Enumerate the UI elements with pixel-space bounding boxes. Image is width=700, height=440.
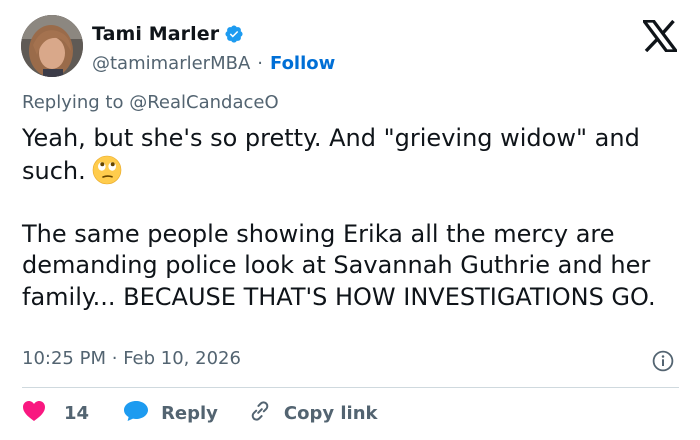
handle-separator: · xyxy=(257,52,263,74)
like-count: 14 xyxy=(64,402,90,424)
link-icon xyxy=(248,399,272,428)
profile-photo xyxy=(21,15,83,77)
reply-context: Replying to @RealCandaceO xyxy=(22,92,279,113)
timestamp-separator: · xyxy=(111,348,118,369)
like-button[interactable]: 14 xyxy=(22,400,89,427)
tweet-paragraph-2: The same people showing Erika all the me… xyxy=(22,219,656,311)
tweet-paragraph: Yeah, but she's so pretty. And "grieving… xyxy=(22,123,682,187)
tweet-time: 10:25 PM xyxy=(22,348,106,369)
copy-link-button[interactable]: Copy link xyxy=(248,399,378,428)
copy-link-label: Copy link xyxy=(283,402,378,424)
reply-button[interactable]: Reply xyxy=(123,400,218,427)
tweet-text: Yeah, but she's so pretty. And "grieving… xyxy=(22,123,682,313)
reply-context-prefix: Replying to xyxy=(22,92,124,113)
x-logo-icon[interactable] xyxy=(640,19,680,53)
reply-label: Reply xyxy=(161,402,218,424)
avatar[interactable] xyxy=(21,15,83,77)
author-handle[interactable]: @tamimarlerMBA xyxy=(92,53,250,74)
handle-row: @tamimarlerMBA · Follow xyxy=(92,49,335,77)
divider xyxy=(22,387,679,388)
follow-button[interactable]: Follow xyxy=(270,53,335,74)
tweet-date: Feb 10, 2026 xyxy=(123,348,241,369)
heart-icon xyxy=(22,400,46,427)
reply-bubble-icon xyxy=(123,400,149,427)
face-with-rolling-eyes-emoji-icon xyxy=(92,155,122,185)
author-block: Tami Marler @tamimarlerMBA · Follow xyxy=(92,20,335,77)
info-icon[interactable] xyxy=(652,350,674,372)
tweet-paragraph: The same people showing Erika all the me… xyxy=(22,219,682,314)
name-row: Tami Marler xyxy=(92,20,335,48)
action-bar: 14 Reply Copy link xyxy=(22,398,378,428)
verified-badge-icon xyxy=(224,24,244,44)
author-name[interactable]: Tami Marler xyxy=(92,23,219,45)
reply-mention-link[interactable]: @RealCandaceO xyxy=(129,92,278,113)
tweet-timestamp[interactable]: 10:25 PM · Feb 10, 2026 xyxy=(22,348,241,369)
